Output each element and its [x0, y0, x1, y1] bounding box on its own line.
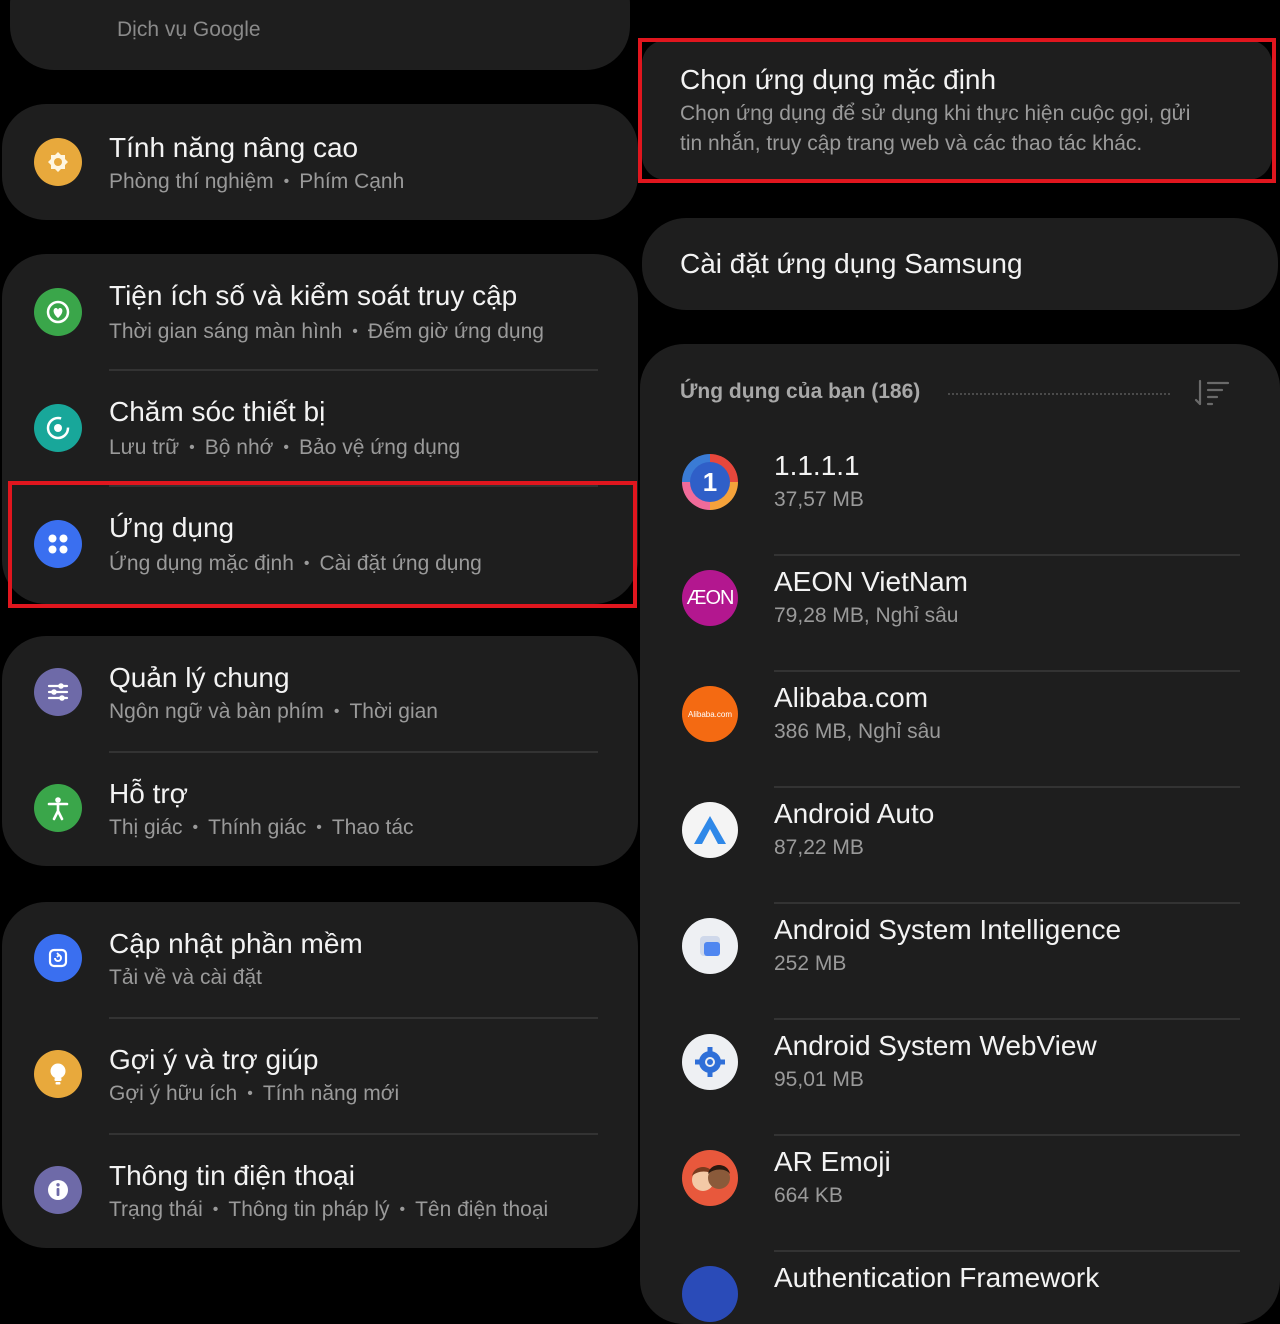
support-group-card: Cập nhật phần mềm Tải về và cài đặt Gợi … [2, 902, 638, 1248]
default-apps-card[interactable]: Chọn ứng dụng mặc định Chọn ứng dụng để … [642, 40, 1272, 180]
app-size: 252 MB [774, 952, 847, 975]
about-phone-icon [34, 1166, 82, 1214]
settings-item-accessibility[interactable]: Hỗ trợ Thị giác • Thính giác • Thao tác [2, 752, 638, 866]
app-row-1111[interactable]: 1 1.1.1.1 37,57 MB [640, 440, 1280, 556]
app-row-aeon[interactable]: ÆON AEON VietNam 79,28 MB, Nghỉ sâu [640, 556, 1280, 672]
settings-item-device-care[interactable]: Chăm sóc thiết bị Lưu trữ • Bộ nhớ • Bảo vệ … [2, 370, 638, 486]
samsung-app-settings-card[interactable]: Cài đặt ứng dụng Samsung [642, 218, 1278, 310]
item-title: Gợi ý và trợ giúp [109, 1044, 319, 1075]
settings-item-digital-wellbeing[interactable]: Tiện ích số và kiểm soát truy cập Thời g… [2, 254, 638, 370]
app-size: 87,22 MB [774, 836, 864, 859]
app-name: Alibaba.com [774, 682, 929, 713]
app-name: 1.1.1.1 [774, 450, 860, 481]
app-name: Android System Intelligence [774, 914, 1122, 945]
app-name: AEON VietNam [774, 566, 968, 597]
your-apps-header: Ứng dụng của bạn (186) [680, 380, 921, 403]
general-group-card: Quản lý chung Ngôn ngữ và bàn phím • Thời … [2, 636, 638, 866]
aeon-icon: ÆON [682, 570, 738, 626]
google-services-card[interactable]: Dịch vụ Google [10, 0, 630, 70]
item-subtitle: Tải về và cài đặt [109, 966, 262, 989]
app-size: 37,57 MB [774, 488, 864, 511]
android-system-intelligence-icon [682, 918, 738, 974]
settings-item-software-update[interactable]: Cập nhật phần mềm Tải về và cài đặt [2, 902, 638, 1018]
google-services-label: Dịch vụ Google [117, 18, 261, 41]
item-subtitle: Lưu trữ • Bộ nhớ • Bảo vệ ứng dụng [109, 436, 461, 459]
app-name: Authentication Framework [774, 1262, 1100, 1293]
android-auto-icon [682, 802, 738, 858]
authentication-framework-icon [682, 1266, 738, 1322]
general-management-icon [34, 668, 82, 716]
app-name: AR Emoji [774, 1146, 891, 1177]
item-title: Tính năng nâng cao [109, 132, 359, 163]
header-dotted-line [948, 393, 1170, 395]
app-size: 79,28 MB, Nghỉ sâu [774, 604, 959, 627]
app-row-android-auto[interactable]: Android Auto 87,22 MB [640, 788, 1280, 904]
app-size: 95,01 MB [774, 1068, 864, 1091]
sort-icon[interactable] [1194, 378, 1230, 408]
advanced-features-card: Tính năng nâng cao Phòng thí nghiệm • Phím… [2, 104, 638, 220]
item-subtitle: Trạng thái • Thông tin pháp lý • Tên điện th… [109, 1198, 549, 1221]
advanced-features-icon [34, 138, 82, 186]
app-size: 386 MB, Nghỉ sâu [774, 720, 941, 743]
item-title: Cập nhật phần mềm [109, 928, 363, 959]
settings-item-tips[interactable]: Gợi ý và trợ giúp Gợi ý hữu ích • Tính năn… [2, 1018, 638, 1134]
item-subtitle: Ứng dụng mặc định • Cài đặt ứng dụng [109, 552, 482, 575]
digital-wellbeing-icon [34, 288, 82, 336]
app-row-alibaba[interactable]: Alibaba.com Alibaba.com 386 MB, Nghỉ sâu [640, 672, 1280, 788]
item-title: Hỗ trợ [109, 778, 189, 809]
apps-icon [34, 520, 82, 568]
settings-item-apps[interactable]: Ứng dụng Ứng dụng mặc định • Cài đặt ứng d… [2, 486, 638, 604]
item-title: Ứng dụng [109, 512, 235, 543]
device-care-icon [34, 404, 82, 452]
item-subtitle: Ngôn ngữ và bàn phím • Thời gian [109, 700, 438, 723]
samsung-app-settings-label: Cài đặt ứng dụng Samsung [680, 248, 1023, 279]
app-size: 664 KB [774, 1184, 843, 1207]
item-title: Chăm sóc thiết bị [109, 396, 326, 427]
app-row-android-webview[interactable]: Android System WebView 95,01 MB [640, 1020, 1280, 1136]
accessibility-icon [34, 784, 82, 832]
item-subtitle: Gợi ý hữu ích • Tính năng mới [109, 1082, 400, 1105]
tips-icon [34, 1050, 82, 1098]
software-update-icon [34, 934, 82, 982]
item-subtitle: Thời gian sáng màn hình • Đếm giờ ứng dụng [109, 320, 544, 343]
app-row-ar-emoji[interactable]: AR Emoji 664 KB [640, 1136, 1280, 1252]
ar-emoji-icon [682, 1150, 738, 1206]
wellbeing-group-card: Tiện ích số và kiểm soát truy cập Thời g… [2, 254, 638, 604]
item-title: Tiện ích số và kiểm soát truy cập [109, 280, 518, 311]
your-apps-card: Ứng dụng của bạn (186) 1 1.1.1.1 37,57 M… [640, 344, 1280, 1324]
settings-item-general-management[interactable]: Quản lý chung Ngôn ngữ và bàn phím • Thời … [2, 636, 638, 752]
app-row-android-system-intelligence[interactable]: Android System Intelligence 252 MB [640, 904, 1280, 1020]
item-title: Quản lý chung [109, 662, 290, 693]
app-row-authentication-framework[interactable]: Authentication Framework [640, 1252, 1280, 1324]
item-subtitle: Phòng thí nghiệm • Phím Cạnh [109, 170, 405, 193]
android-webview-icon [682, 1034, 738, 1090]
app-name: Android Auto [774, 798, 935, 829]
alibaba-icon: Alibaba.com [682, 686, 738, 742]
default-apps-title: Chọn ứng dụng mặc định [680, 64, 997, 95]
item-title: Thông tin điện thoại [109, 1160, 355, 1191]
settings-item-advanced-features[interactable]: Tính năng nâng cao Phòng thí nghiệm • Phím… [2, 104, 638, 220]
app-name: Android System WebView [774, 1030, 1097, 1061]
item-subtitle: Thị giác • Thính giác • Thao tác [109, 816, 414, 839]
default-apps-desc-line2: tin nhắn, truy cập trang web và các thao… [680, 132, 1143, 155]
default-apps-desc-line1: Chọn ứng dụng để sử dụng khi thực hiện c… [680, 102, 1191, 125]
settings-item-about-phone[interactable]: Thông tin điện thoại Trạng thái • Thông ti… [2, 1134, 638, 1248]
cloudflare-1111-icon: 1 [682, 454, 738, 510]
